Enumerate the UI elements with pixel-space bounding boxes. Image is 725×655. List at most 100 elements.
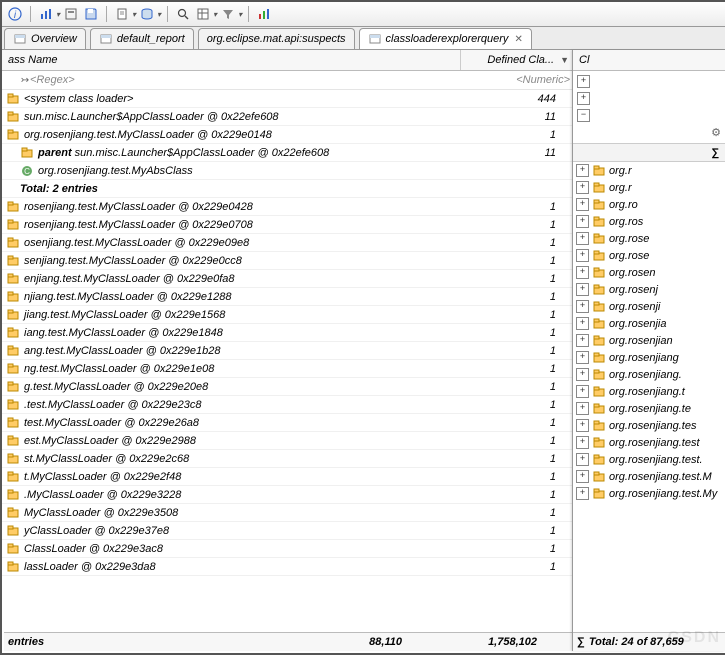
- row-label: senjiang.test.MyClassLoader @ 0x229e0cc8: [24, 255, 242, 267]
- query-icon[interactable]: [62, 5, 80, 23]
- expand-icon[interactable]: +: [576, 334, 589, 347]
- right-panel-sigma: ∑: [573, 143, 725, 162]
- classloader-icon: [592, 334, 606, 348]
- tab-2[interactable]: org.eclipse.mat.api:suspects: [198, 28, 355, 49]
- col-defined-classes[interactable]: Defined Cla... ▼: [461, 50, 576, 70]
- row-label: st.MyClassLoader @ 0x229e2c68: [24, 453, 189, 465]
- db-icon[interactable]: [138, 5, 156, 23]
- right-list-item[interactable]: + org.rosenj: [573, 281, 725, 298]
- expand-icon[interactable]: +: [577, 75, 590, 88]
- rp-top-line: −: [577, 107, 721, 124]
- right-list-item[interactable]: +org.rosenjiang.te: [573, 400, 725, 417]
- right-list-item[interactable]: +org.ros: [573, 213, 725, 230]
- dropdown-icon[interactable]: ▾: [238, 10, 242, 19]
- tab-0[interactable]: Overview: [4, 28, 86, 49]
- right-list-item[interactable]: + org.rosen: [573, 264, 725, 281]
- right-list-item[interactable]: +org.rosenjia: [573, 315, 725, 332]
- chart2-icon[interactable]: [255, 5, 273, 23]
- tab-bar: Overview default_report org.eclipse.mat.ap…: [2, 27, 725, 50]
- info-icon[interactable]: i: [6, 5, 24, 23]
- classloader-icon: [592, 266, 606, 280]
- right-list-item[interactable]: +org.rosenjiang.tes: [573, 417, 725, 434]
- right-list-item[interactable]: +org.rosenjiang.test.My: [573, 485, 725, 502]
- col-class-name[interactable]: ass Name: [2, 50, 461, 70]
- report-icon[interactable]: [113, 5, 131, 23]
- right-list-item[interactable]: +org.rose: [573, 247, 725, 264]
- rp-top-line: +: [577, 90, 721, 107]
- expand-icon[interactable]: +: [576, 487, 589, 500]
- row-label: jiang.test.MyClassLoader @ 0x229e1568: [24, 309, 225, 321]
- expand-icon[interactable]: +: [576, 232, 589, 245]
- expand-icon[interactable]: +: [576, 181, 589, 194]
- expand-icon[interactable]: +: [576, 300, 589, 313]
- right-list-item[interactable]: +org.rosenjiang.test.: [573, 451, 725, 468]
- expand-icon[interactable]: −: [577, 109, 590, 122]
- expand-icon[interactable]: +: [576, 164, 589, 177]
- classloader-icon: [6, 470, 20, 484]
- right-item-label: org.rosen: [609, 267, 655, 279]
- cell-defined: 1: [441, 525, 566, 537]
- row-label: <system class loader>: [24, 93, 133, 105]
- row-label: yClassLoader @ 0x229e37e8: [24, 525, 169, 537]
- right-list-item[interactable]: + org.rose: [573, 230, 725, 247]
- numeric-filter-1[interactable]: <Numeric>: [461, 71, 576, 89]
- right-panel: Cl ++−⚙ ∑ +org.r+org.r+org.ro+org.ros+or…: [572, 50, 725, 651]
- filter-icon[interactable]: [219, 5, 237, 23]
- table-icon[interactable]: [194, 5, 212, 23]
- tab-3[interactable]: classloaderexplorerquery✕: [359, 28, 532, 49]
- chart-icon[interactable]: [37, 5, 55, 23]
- right-list-item[interactable]: +org.rosenjiang.test.M: [573, 468, 725, 485]
- right-item-label: org.rose: [609, 233, 649, 245]
- search-icon[interactable]: [174, 5, 192, 23]
- right-list-item[interactable]: +org.rosenjiang: [573, 349, 725, 366]
- expand-icon[interactable]: +: [576, 215, 589, 228]
- right-list-item[interactable]: + org.rosenjiang.test: [573, 434, 725, 451]
- expand-icon[interactable]: +: [576, 317, 589, 330]
- right-item-label: org.rosenjiang.test: [609, 437, 700, 449]
- expand-icon[interactable]: +: [576, 402, 589, 415]
- sigma-icon: ∑: [577, 636, 585, 648]
- right-list-item[interactable]: +org.rosenjian: [573, 332, 725, 349]
- right-list-item[interactable]: + org.rosenji: [573, 298, 725, 315]
- dropdown-icon[interactable]: ▾: [56, 10, 60, 19]
- classloader-icon: [6, 110, 20, 124]
- expand-icon[interactable]: +: [576, 266, 589, 279]
- right-panel-header[interactable]: Cl: [573, 50, 725, 71]
- loader-icon: [368, 32, 382, 46]
- classloader-icon: [6, 560, 20, 574]
- expand-icon[interactable]: +: [577, 92, 590, 105]
- right-list-item[interactable]: +org.rosenjiang.t: [573, 383, 725, 400]
- cell-defined: 1: [441, 219, 566, 231]
- expand-icon[interactable]: +: [576, 385, 589, 398]
- expand-icon[interactable]: +: [576, 470, 589, 483]
- tab-label: default_report: [117, 33, 185, 45]
- row-label: rosenjiang.test.MyClassLoader @ 0x229e07…: [24, 219, 253, 231]
- right-item-label: org.rosenj: [609, 284, 658, 296]
- cell-defined: 1: [441, 435, 566, 447]
- dropdown-icon[interactable]: ▾: [132, 10, 136, 19]
- expand-icon[interactable]: +: [576, 453, 589, 466]
- classloader-icon: [592, 453, 606, 467]
- save-icon[interactable]: [82, 5, 100, 23]
- classloader-icon: [6, 236, 20, 250]
- tab-1[interactable]: default_report: [90, 28, 194, 49]
- expand-icon[interactable]: +: [576, 419, 589, 432]
- classloader-icon: [592, 181, 606, 195]
- expand-icon[interactable]: +: [576, 249, 589, 262]
- right-list-item[interactable]: +org.rosenjiang.: [573, 366, 725, 383]
- right-list-item[interactable]: +org.ro: [573, 196, 725, 213]
- close-icon[interactable]: ✕: [514, 34, 522, 45]
- expand-icon[interactable]: +: [576, 368, 589, 381]
- dropdown-icon[interactable]: ▾: [213, 10, 217, 19]
- gear-icon[interactable]: ⚙: [711, 126, 721, 139]
- expand-icon[interactable]: +: [576, 351, 589, 364]
- right-list-item[interactable]: +org.r: [573, 179, 725, 196]
- expand-icon[interactable]: +: [576, 436, 589, 449]
- expand-icon[interactable]: +: [576, 198, 589, 211]
- right-list-item[interactable]: +org.r: [573, 162, 725, 179]
- dropdown-icon[interactable]: ▾: [157, 10, 161, 19]
- classloader-icon: [592, 368, 606, 382]
- right-item-label: org.rosenji: [609, 301, 660, 313]
- expand-icon[interactable]: +: [576, 283, 589, 296]
- regex-placeholder[interactable]: <Regex>: [30, 74, 75, 86]
